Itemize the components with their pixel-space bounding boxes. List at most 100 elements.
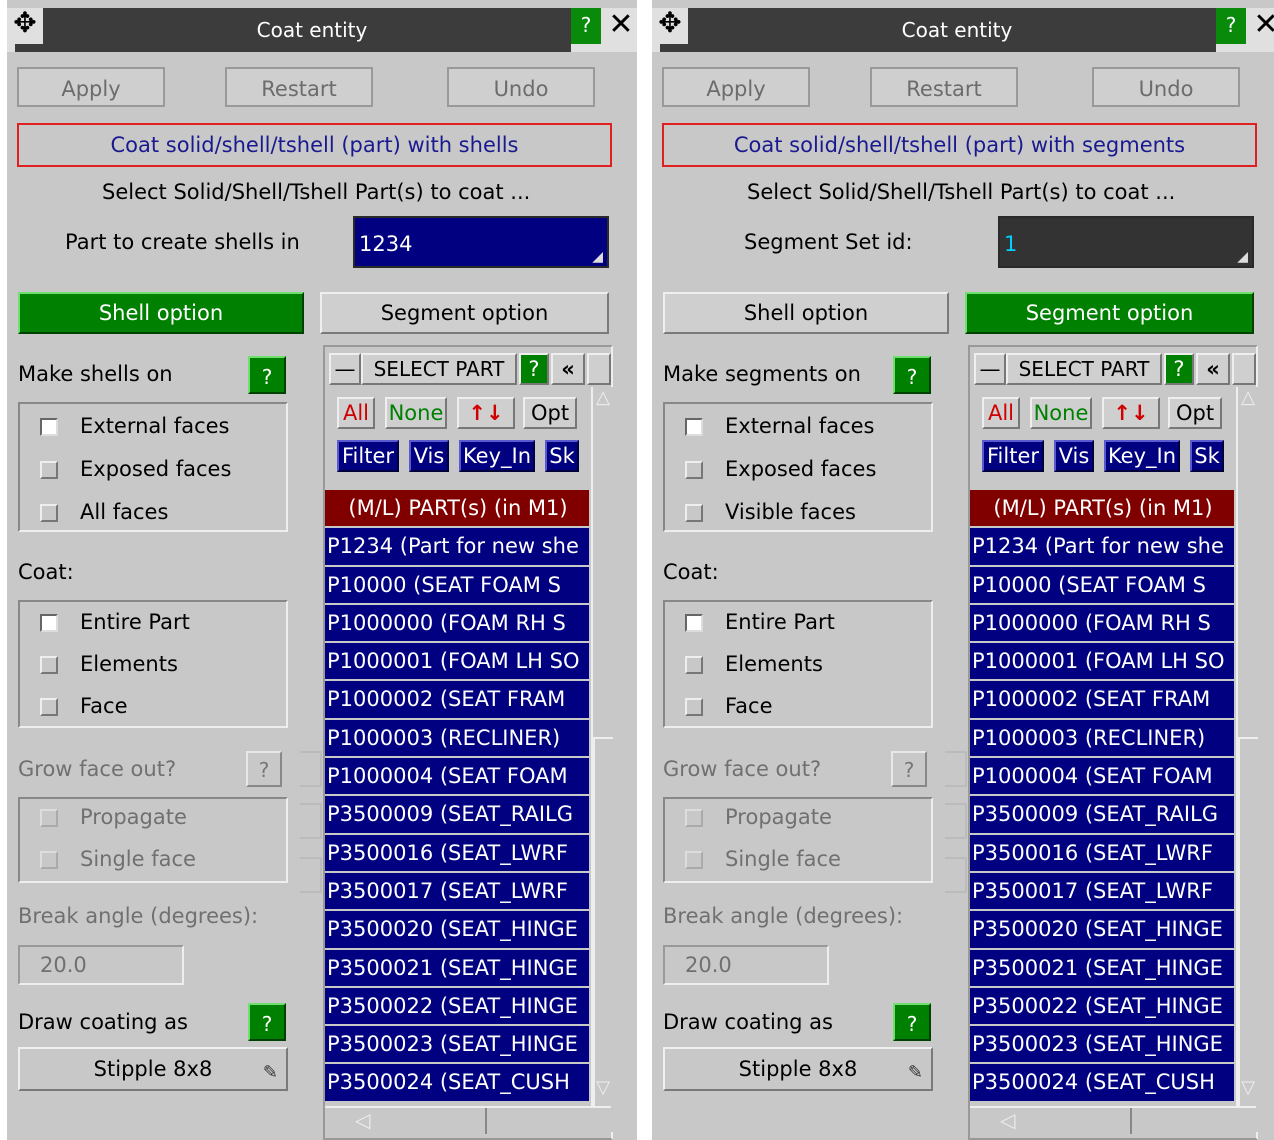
list-item[interactable]: P1000000 (FOAM RH S (325, 604, 589, 644)
draw-style-dropdown[interactable]: Stipple 8x8 ✎ (663, 1047, 933, 1091)
grow-help-button[interactable]: ? (891, 751, 927, 787)
list-item[interactable]: P3500009 (SEAT_RAILG (325, 796, 589, 835)
list-item[interactable]: P1000000 (FOAM RH S (970, 604, 1234, 644)
list-item[interactable]: P3500021 (SEAT_HINGE (970, 949, 1234, 988)
select-all-button[interactable]: All (982, 397, 1020, 429)
segment-set-field[interactable]: 1 ◢ (998, 216, 1254, 268)
option-external-faces[interactable]: External faces (665, 406, 931, 446)
list-item[interactable]: P3500016 (SEAT_LWRF (325, 834, 589, 873)
undo-button[interactable]: Undo (447, 67, 595, 107)
option-single-face[interactable]: Single face (665, 839, 931, 879)
collapse-button[interactable]: — (974, 353, 1006, 385)
checkbox[interactable] (685, 614, 703, 632)
checkbox[interactable] (40, 851, 58, 869)
help-button[interactable]: ? (571, 8, 601, 44)
option-single-face[interactable]: Single face (20, 839, 286, 879)
move-icon[interactable]: ✥ (7, 8, 43, 44)
part-field[interactable]: 1234 ◢ (353, 216, 609, 268)
make-help-button[interactable]: ? (893, 356, 931, 394)
checkbox[interactable] (685, 851, 703, 869)
h-scroll-thumb[interactable] (485, 1108, 597, 1134)
option-exposed-faces[interactable]: Exposed faces (665, 449, 931, 489)
checkbox[interactable] (685, 461, 703, 479)
shell-option-button[interactable]: Shell option (663, 292, 949, 334)
scroll-up-arrow-icon[interactable]: △ (1238, 387, 1258, 408)
filter-button[interactable]: Filter (337, 440, 399, 472)
option-elements[interactable]: Elements (665, 644, 931, 684)
list-item[interactable]: P1000003 (RECLINER) (325, 719, 589, 759)
sketch-button[interactable]: Sk (1190, 440, 1224, 472)
apply-button[interactable]: Apply (662, 67, 810, 107)
checkbox[interactable] (40, 656, 58, 674)
list-header[interactable]: (M/L) PART(s) (in M1) (970, 490, 1234, 529)
mode-selector[interactable]: Coat solid/shell/tshell (part) with segm… (662, 123, 1257, 167)
checkbox[interactable] (685, 418, 703, 436)
option-face[interactable]: Face (20, 686, 286, 726)
option-face[interactable]: Face (665, 686, 931, 726)
list-item[interactable]: P1234 (Part for new she (325, 528, 589, 567)
select-none-button[interactable]: None (385, 397, 447, 429)
grow-help-button[interactable]: ? (246, 751, 282, 787)
options-button[interactable]: Opt (523, 397, 577, 429)
horizontal-scrollbar[interactable]: ◁ (970, 1106, 1256, 1138)
flip-selection-icon[interactable]: ↑↓ (457, 397, 515, 429)
options-button[interactable]: Opt (1168, 397, 1222, 429)
option-elements[interactable]: Elements (20, 644, 286, 684)
draw-style-dropdown[interactable]: Stipple 8x8 ✎ (18, 1047, 288, 1091)
vis-button[interactable]: Vis (1054, 440, 1094, 472)
list-item[interactable]: P3500023 (SEAT_HINGE (325, 1026, 589, 1065)
scroll-thumb[interactable] (593, 737, 613, 1134)
list-item[interactable]: P1000002 (SEAT FRAM (970, 681, 1234, 720)
key-in-button[interactable]: Key_In (459, 440, 535, 472)
scroll-up-arrow-icon[interactable]: △ (593, 387, 613, 408)
checkbox[interactable] (685, 698, 703, 716)
checkbox[interactable] (40, 698, 58, 716)
vertical-scrollbar[interactable]: △ ▽ (1236, 387, 1258, 1134)
select-help-button[interactable]: ? (519, 353, 549, 385)
move-icon[interactable]: ✥ (652, 8, 688, 44)
close-icon[interactable]: ✕ (605, 8, 637, 44)
checkbox[interactable] (40, 614, 58, 632)
list-item[interactable]: P1234 (Part for new she (970, 528, 1234, 567)
double-chevron-left-icon[interactable]: « (551, 353, 585, 385)
h-scroll-thumb[interactable] (1130, 1108, 1242, 1134)
option-all-faces[interactable]: All faces (20, 492, 286, 532)
list-item[interactable]: P1000003 (RECLINER) (970, 719, 1234, 759)
list-item[interactable]: P3500024 (SEAT_CUSH (325, 1064, 589, 1103)
option-propagate[interactable]: Propagate (20, 797, 286, 837)
list-item[interactable]: P10000 (SEAT FOAM S (970, 566, 1234, 605)
filter-button[interactable]: Filter (982, 440, 1044, 472)
checkbox[interactable] (40, 809, 58, 827)
collapse-button[interactable]: — (329, 353, 361, 385)
list-item[interactable]: P3500020 (SEAT_HINGE (325, 911, 589, 950)
horizontal-scrollbar[interactable]: ◁ (325, 1106, 611, 1138)
scroll-down-arrow-icon[interactable]: ▽ (593, 1077, 613, 1098)
shell-option-button[interactable]: Shell option (18, 292, 304, 334)
option-entire-part[interactable]: Entire Part (20, 602, 286, 642)
list-item[interactable]: P3500024 (SEAT_CUSH (970, 1064, 1234, 1103)
option-propagate[interactable]: Propagate (665, 797, 931, 837)
make-help-button[interactable]: ? (248, 356, 286, 394)
undo-button[interactable]: Undo (1092, 67, 1240, 107)
checkbox[interactable] (685, 504, 703, 522)
segment-option-button[interactable]: Segment option (965, 292, 1254, 334)
list-item[interactable]: P3500023 (SEAT_HINGE (970, 1026, 1234, 1065)
list-item[interactable]: P3500017 (SEAT_LWRF (325, 872, 589, 912)
restart-button[interactable]: Restart (225, 67, 373, 107)
apply-button[interactable]: Apply (17, 67, 165, 107)
segment-option-button[interactable]: Segment option (320, 292, 609, 334)
help-button[interactable]: ? (1216, 8, 1246, 44)
list-item[interactable]: P3500022 (SEAT_HINGE (325, 987, 589, 1027)
list-item[interactable]: P1000001 (FOAM LH SO (970, 643, 1234, 682)
list-item[interactable]: P1000004 (SEAT FOAM (325, 758, 589, 797)
scroll-left-arrow-icon[interactable]: ◁ (355, 1108, 370, 1132)
scroll-thumb[interactable] (1238, 737, 1258, 1134)
list-item[interactable]: P1000002 (SEAT FRAM (325, 681, 589, 720)
break-angle-field[interactable]: 20.0 (663, 945, 829, 985)
select-none-button[interactable]: None (1030, 397, 1092, 429)
vertical-scrollbar[interactable]: △ ▽ (591, 387, 613, 1134)
vis-button[interactable]: Vis (409, 440, 449, 472)
draw-help-button[interactable]: ? (893, 1003, 931, 1041)
list-item[interactable]: P3500009 (SEAT_RAILG (970, 796, 1234, 835)
list-item[interactable]: P1000001 (FOAM LH SO (325, 643, 589, 682)
